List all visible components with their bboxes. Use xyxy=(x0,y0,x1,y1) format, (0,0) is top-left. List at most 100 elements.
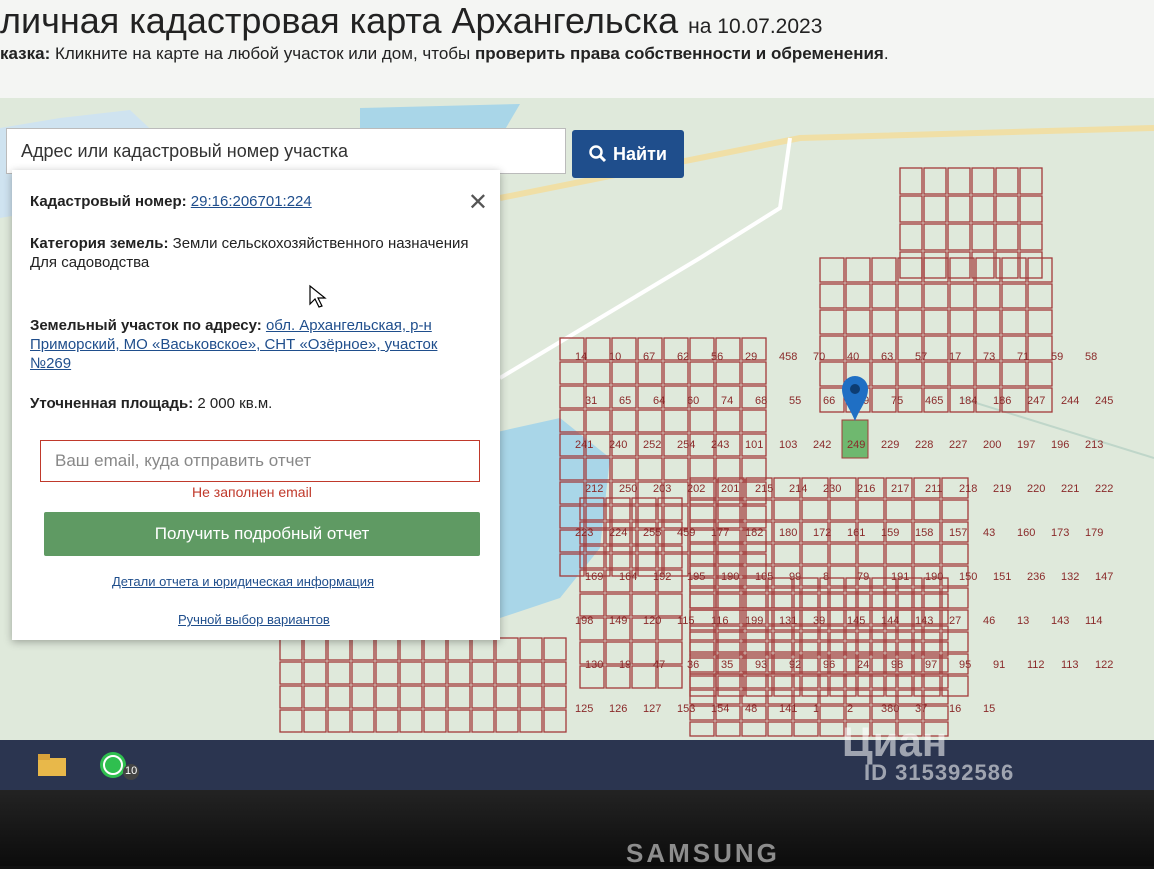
land-plot[interactable] xyxy=(663,385,689,409)
land-plot[interactable] xyxy=(447,709,471,733)
land-plot[interactable] xyxy=(975,361,1001,387)
land-plot[interactable] xyxy=(941,675,969,697)
land-plot[interactable] xyxy=(585,337,611,361)
land-plot[interactable] xyxy=(819,309,845,335)
land-plot[interactable] xyxy=(543,661,567,685)
land-plot[interactable] xyxy=(351,709,375,733)
land-plot[interactable] xyxy=(447,637,471,661)
land-plot[interactable] xyxy=(327,661,351,685)
search-button[interactable]: Найти xyxy=(572,130,684,178)
land-plot[interactable] xyxy=(885,499,913,521)
land-plot[interactable] xyxy=(689,409,715,433)
land-plot[interactable] xyxy=(715,505,741,529)
land-plot[interactable] xyxy=(279,661,303,685)
land-plot[interactable] xyxy=(637,361,663,385)
land-plot[interactable] xyxy=(971,167,995,195)
land-plot[interactable] xyxy=(793,689,819,705)
land-plot[interactable] xyxy=(829,675,857,697)
land-plot[interactable] xyxy=(767,721,793,737)
land-plot[interactable] xyxy=(819,257,845,283)
land-plot[interactable] xyxy=(689,587,717,609)
land-plot[interactable] xyxy=(1019,223,1043,251)
land-plot[interactable] xyxy=(741,361,767,385)
land-plot[interactable] xyxy=(423,709,447,733)
land-plot[interactable] xyxy=(423,661,447,685)
land-plot[interactable] xyxy=(715,593,741,609)
land-plot[interactable] xyxy=(923,195,947,223)
land-plot[interactable] xyxy=(663,361,689,385)
land-plot[interactable] xyxy=(611,457,637,481)
land-plot[interactable] xyxy=(519,661,543,685)
land-plot[interactable] xyxy=(375,685,399,709)
land-plot[interactable] xyxy=(611,361,637,385)
land-plot[interactable] xyxy=(741,457,767,481)
land-plot[interactable] xyxy=(559,385,585,409)
land-plot[interactable] xyxy=(819,593,845,609)
land-plot[interactable] xyxy=(689,505,715,529)
land-plot[interactable] xyxy=(899,195,923,223)
land-plot[interactable] xyxy=(279,709,303,733)
land-plot[interactable] xyxy=(559,361,585,385)
land-plot[interactable] xyxy=(471,637,495,661)
land-plot[interactable] xyxy=(819,625,845,641)
land-plot[interactable] xyxy=(399,709,423,733)
land-plot[interactable] xyxy=(923,223,947,251)
land-plot[interactable] xyxy=(447,685,471,709)
land-plot[interactable] xyxy=(773,675,801,697)
land-plot[interactable] xyxy=(637,409,663,433)
land-plot[interactable] xyxy=(845,257,871,283)
land-plot[interactable] xyxy=(1027,361,1053,387)
land-plot[interactable] xyxy=(471,709,495,733)
land-plot[interactable] xyxy=(303,637,327,661)
land-plot[interactable] xyxy=(423,685,447,709)
report-details-link[interactable]: Детали отчета и юридическая информация xyxy=(112,574,374,589)
land-plot[interactable] xyxy=(995,167,1019,195)
land-plot[interactable] xyxy=(689,499,717,521)
land-plot[interactable] xyxy=(1019,167,1043,195)
land-plot[interactable] xyxy=(923,251,947,279)
land-plot[interactable] xyxy=(913,543,941,565)
land-plot[interactable] xyxy=(689,457,715,481)
land-plot[interactable] xyxy=(773,587,801,609)
search-input[interactable]: Адрес или кадастровый номер участка xyxy=(6,128,566,174)
land-plot[interactable] xyxy=(857,675,885,697)
land-plot[interactable] xyxy=(663,409,689,433)
land-plot[interactable] xyxy=(543,709,567,733)
land-plot[interactable] xyxy=(941,543,969,565)
land-plot[interactable] xyxy=(495,685,519,709)
cadastral-number-link[interactable]: 29:16:206701:224 xyxy=(191,193,312,210)
land-plot[interactable] xyxy=(897,361,923,387)
land-plot[interactable] xyxy=(495,637,519,661)
file-explorer-icon[interactable] xyxy=(36,750,70,780)
land-plot[interactable] xyxy=(819,705,845,721)
land-plot[interactable] xyxy=(801,543,829,565)
land-plot[interactable] xyxy=(829,499,857,521)
land-plot[interactable] xyxy=(715,409,741,433)
land-plot[interactable] xyxy=(949,309,975,335)
land-plot[interactable] xyxy=(471,685,495,709)
land-plot[interactable] xyxy=(923,335,949,361)
land-plot[interactable] xyxy=(375,709,399,733)
land-plot[interactable] xyxy=(913,499,941,521)
land-plot[interactable] xyxy=(923,167,947,195)
land-plot[interactable] xyxy=(995,195,1019,223)
land-plot[interactable] xyxy=(689,675,717,697)
land-plot[interactable] xyxy=(857,543,885,565)
land-plot[interactable] xyxy=(899,251,923,279)
land-plot[interactable] xyxy=(871,309,897,335)
land-plot[interactable] xyxy=(303,661,327,685)
land-plot[interactable] xyxy=(829,587,857,609)
land-plot[interactable] xyxy=(519,685,543,709)
land-plot[interactable] xyxy=(975,309,1001,335)
manual-selection-link[interactable]: Ручной выбор вариантов xyxy=(178,612,330,627)
land-plot[interactable] xyxy=(1001,309,1027,335)
land-plot[interactable] xyxy=(897,309,923,335)
land-plot[interactable] xyxy=(845,309,871,335)
land-plot[interactable] xyxy=(1027,283,1053,309)
land-plot[interactable] xyxy=(715,361,741,385)
land-plot[interactable] xyxy=(327,685,351,709)
land-plot[interactable] xyxy=(495,709,519,733)
land-plot[interactable] xyxy=(885,543,913,565)
get-report-button[interactable]: Получить подробный отчет xyxy=(44,512,480,556)
land-plot[interactable] xyxy=(327,709,351,733)
